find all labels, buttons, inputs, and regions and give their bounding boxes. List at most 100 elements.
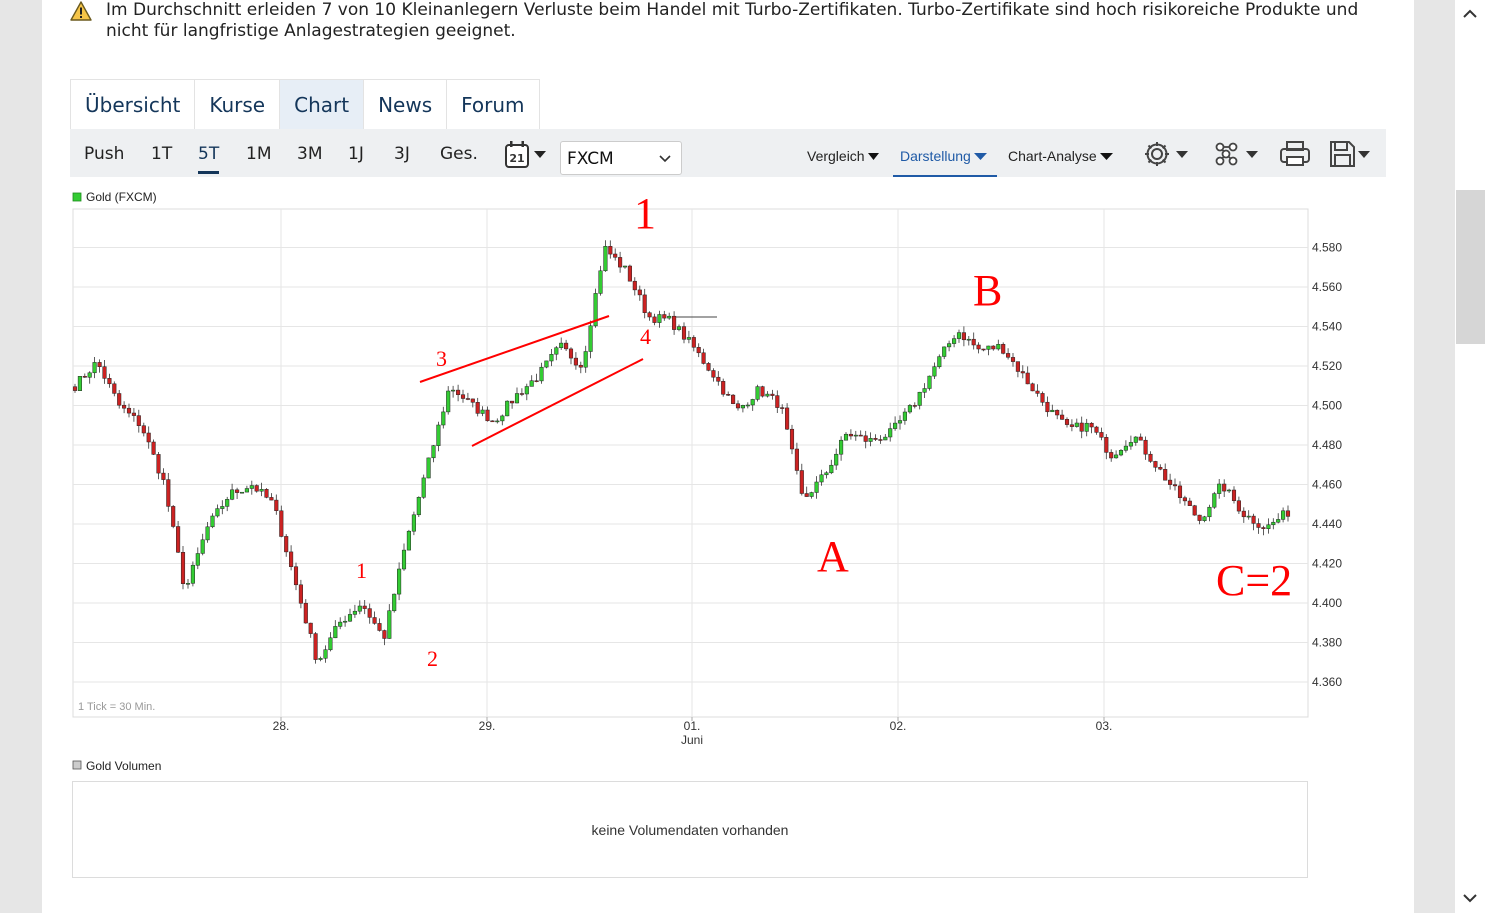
candle-body bbox=[588, 325, 593, 352]
candle-body bbox=[843, 433, 849, 441]
candle-body bbox=[289, 551, 294, 567]
candle-body bbox=[1138, 436, 1143, 441]
candle-body bbox=[642, 294, 647, 313]
scroll-up-icon[interactable] bbox=[1462, 6, 1478, 22]
candle-body bbox=[608, 246, 613, 255]
candle-body bbox=[220, 506, 225, 509]
candle-body bbox=[397, 568, 402, 595]
candle-body bbox=[559, 342, 564, 348]
scrollbar-thumb[interactable] bbox=[1456, 190, 1485, 344]
candle-body bbox=[333, 626, 338, 639]
candle-body bbox=[500, 415, 505, 422]
candle-body bbox=[318, 658, 323, 660]
candle-body bbox=[519, 393, 524, 395]
candle-body bbox=[1025, 372, 1030, 385]
candle-body bbox=[848, 433, 853, 437]
candle-body bbox=[583, 351, 588, 368]
candle-body bbox=[529, 380, 534, 387]
candle-body bbox=[1266, 524, 1271, 529]
candle-body bbox=[131, 412, 136, 416]
scroll-down-icon[interactable] bbox=[1462, 890, 1478, 906]
annotation-a: A bbox=[817, 532, 849, 581]
candle-body bbox=[883, 436, 888, 441]
candle-body bbox=[456, 389, 461, 395]
candle-body bbox=[225, 499, 230, 507]
candle-body bbox=[1241, 510, 1246, 518]
candle-body bbox=[1187, 500, 1192, 506]
candle-body bbox=[151, 441, 156, 455]
candle-body bbox=[765, 393, 770, 397]
candle-body bbox=[1114, 454, 1119, 459]
candle-body bbox=[809, 492, 814, 497]
scrollbar-track[interactable] bbox=[1455, 0, 1486, 913]
candle-body bbox=[1177, 485, 1183, 498]
y-tick-label: 4.440 bbox=[1312, 517, 1342, 531]
candle-body bbox=[180, 552, 186, 584]
candle-body bbox=[947, 343, 952, 348]
candle-body bbox=[190, 564, 195, 584]
candle-body bbox=[171, 506, 176, 527]
candle-body bbox=[200, 539, 205, 554]
candle-body bbox=[446, 390, 451, 413]
candle-body bbox=[1197, 514, 1202, 521]
candle-body bbox=[107, 378, 112, 385]
candle-body bbox=[952, 338, 957, 344]
candle-body bbox=[878, 439, 883, 441]
candle-body bbox=[298, 584, 303, 604]
annotation-3-small: 3 bbox=[436, 346, 447, 371]
candle-body bbox=[912, 405, 917, 407]
candle-body bbox=[750, 399, 755, 406]
candle-body bbox=[858, 434, 863, 437]
candle-body bbox=[740, 405, 745, 409]
candle-body bbox=[578, 364, 583, 368]
candle-body bbox=[794, 448, 799, 471]
y-tick-label: 4.560 bbox=[1312, 280, 1342, 294]
candle-body bbox=[549, 354, 554, 362]
candle-body bbox=[819, 474, 824, 483]
candle-body bbox=[1084, 422, 1089, 432]
candle-body bbox=[470, 398, 475, 403]
chart-legend: Gold (FXCM) bbox=[86, 190, 157, 204]
candle-body bbox=[1035, 390, 1040, 394]
candle-body bbox=[824, 472, 829, 476]
candle-body bbox=[421, 477, 426, 498]
candle-body bbox=[460, 394, 466, 399]
candle-body bbox=[907, 405, 912, 413]
candle-body bbox=[1064, 419, 1070, 425]
candle-body bbox=[436, 424, 441, 446]
candle-body bbox=[185, 583, 191, 585]
candle-body bbox=[829, 464, 834, 474]
candle-body bbox=[230, 489, 235, 500]
candle-body bbox=[1222, 483, 1227, 492]
candle-body bbox=[377, 623, 382, 631]
x-tick-label: 02. bbox=[890, 719, 907, 733]
annotation-b: B bbox=[973, 266, 1002, 315]
candle-body bbox=[269, 497, 274, 501]
candle-body bbox=[347, 614, 353, 622]
candle-body bbox=[834, 453, 839, 466]
candle-body bbox=[922, 388, 927, 393]
candle-body bbox=[1202, 516, 1207, 521]
candle-body bbox=[691, 337, 696, 348]
candle-body bbox=[1079, 422, 1084, 432]
candle-body bbox=[701, 352, 706, 364]
candle-body bbox=[1153, 461, 1158, 468]
candle-body bbox=[676, 326, 682, 330]
candle-body bbox=[627, 265, 632, 282]
candle-body bbox=[711, 370, 716, 378]
candle-body bbox=[284, 536, 289, 553]
x-tick-label: 01. bbox=[684, 719, 701, 733]
candle-body bbox=[303, 602, 308, 624]
candle-body bbox=[72, 386, 78, 391]
candle-body bbox=[387, 610, 392, 639]
candle-body bbox=[672, 315, 677, 330]
candle-body bbox=[505, 400, 510, 417]
candle-body bbox=[696, 347, 701, 354]
y-tick-label: 4.400 bbox=[1312, 596, 1342, 610]
volume-legend-swatch bbox=[72, 760, 82, 770]
candle-body bbox=[770, 393, 775, 396]
candle-body bbox=[613, 253, 618, 258]
candle-body bbox=[1227, 489, 1232, 492]
candle-body bbox=[441, 411, 446, 426]
candle-body bbox=[411, 514, 416, 532]
